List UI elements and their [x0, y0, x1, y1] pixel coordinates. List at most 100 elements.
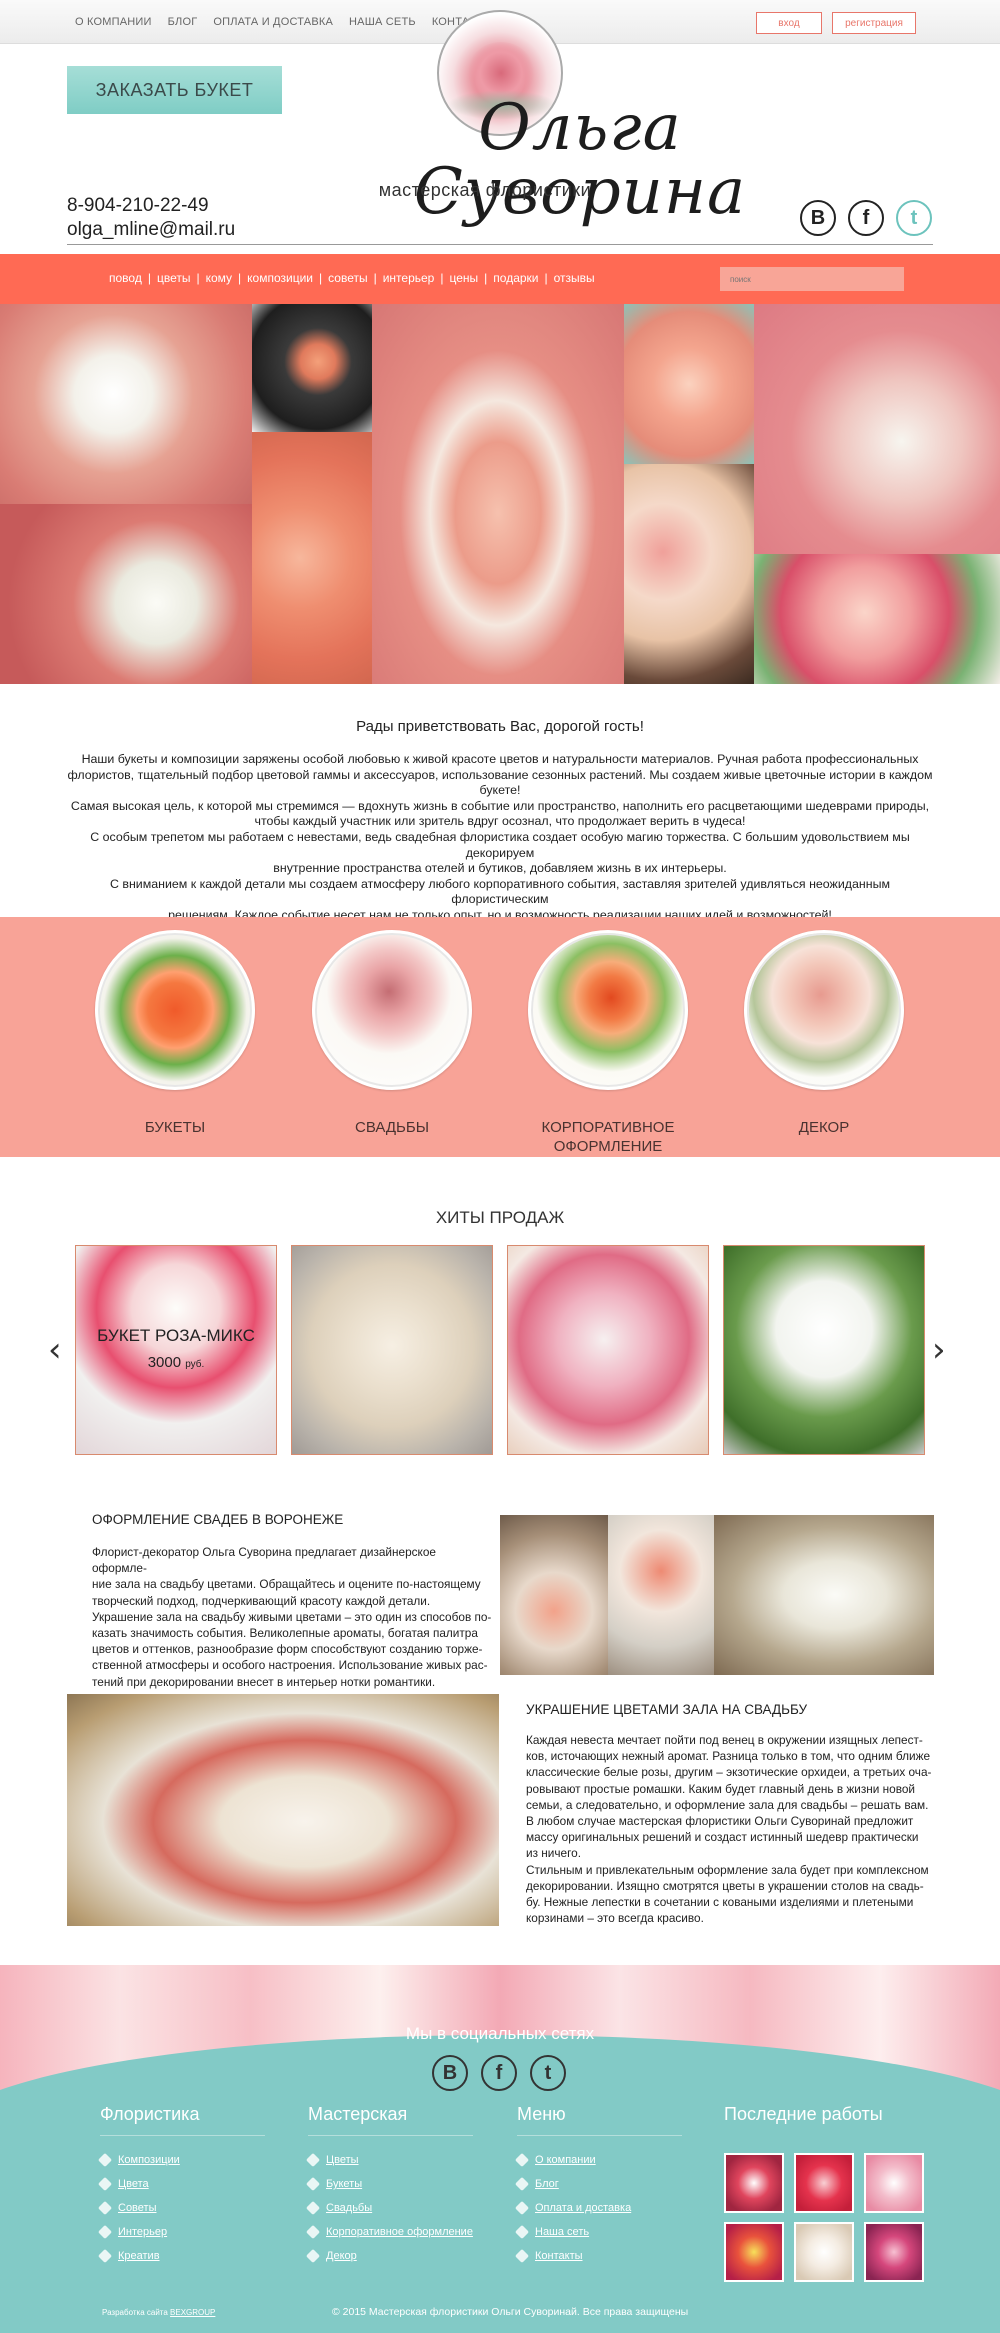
- article-line: Украшение зала на свадьбу живыми цветами…: [92, 1609, 492, 1624]
- footer-link[interactable]: Декор: [326, 2250, 357, 2262]
- wedding-photo: [608, 1515, 714, 1675]
- article-line: ние зала на свадьбу цветами. Обращайтесь…: [92, 1577, 481, 1592]
- wedding-photo: [500, 1515, 608, 1675]
- social-title: Мы в социальных сетях: [405, 2024, 595, 2043]
- topnav-network[interactable]: НАША СЕТЬ: [349, 16, 416, 28]
- footer-col-title: Флористика: [100, 2104, 200, 2124]
- register-button[interactable]: регистрация: [832, 12, 916, 34]
- wedding-photos: [500, 1515, 934, 1675]
- footer-col-menu: Меню О компании Блог Оплата и доставка Н…: [514, 2104, 682, 2274]
- developer-link[interactable]: BEXGROUP: [170, 2308, 215, 2317]
- article-line: семьи, а следовательно, и оформление зал…: [526, 1797, 929, 1812]
- article-line: корзинами – это всегда красиво.: [526, 1911, 704, 1926]
- recent-work-thumb[interactable]: [794, 2222, 854, 2282]
- search-input[interactable]: [720, 267, 904, 291]
- footer-link-row: Корпоративное оформление: [305, 2224, 473, 2240]
- footer-link[interactable]: Блог: [535, 2178, 559, 2190]
- recent-work-thumb[interactable]: [864, 2222, 924, 2282]
- topnav-payment[interactable]: ОПЛАТА И ДОСТАВКА: [213, 16, 333, 28]
- article-line: тений при декорировании внесет в интерье…: [92, 1674, 436, 1689]
- facebook-icon[interactable]: f: [848, 200, 884, 236]
- article-line: В любом случае мастерская флористики Оль…: [526, 1814, 914, 1829]
- collage-photo: [252, 432, 372, 684]
- topnav-company[interactable]: О КОМПАНИИ: [75, 16, 152, 28]
- nav-recipient[interactable]: кому: [206, 271, 232, 285]
- chevron-right-icon[interactable]: ›: [932, 1330, 946, 1370]
- article-line: декорировании. Изящно смотрятся цветы в …: [526, 1878, 924, 1893]
- footer-link[interactable]: Советы: [118, 2202, 156, 2214]
- footer-link[interactable]: Оплата и доставка: [535, 2202, 631, 2214]
- product-card[interactable]: БУКЕТ РОЗА-МИКС 3000 руб.: [75, 1245, 277, 1455]
- footer-link[interactable]: Цветы: [326, 2154, 359, 2166]
- twitter-icon[interactable]: t: [530, 2055, 566, 2091]
- collage-photo: [0, 504, 252, 684]
- topnav-blog[interactable]: БЛОГ: [168, 16, 198, 28]
- footer-link[interactable]: Композиции: [118, 2154, 180, 2166]
- facebook-icon[interactable]: f: [481, 2055, 517, 2091]
- welcome-line: букете!: [479, 783, 521, 798]
- recent-work-thumb[interactable]: [864, 2153, 924, 2213]
- footer-link[interactable]: Наша сеть: [535, 2226, 589, 2238]
- bullet-icon: [305, 2200, 321, 2216]
- collage-photo: [372, 304, 624, 684]
- footer-link[interactable]: Креатив: [118, 2250, 160, 2262]
- nav-reviews[interactable]: отзывы: [554, 271, 595, 285]
- footer-link-row: Цвета: [97, 2176, 265, 2192]
- twitter-icon[interactable]: t: [896, 200, 932, 236]
- vk-icon[interactable]: В: [432, 2055, 468, 2091]
- nav-compositions[interactable]: композиции: [247, 271, 313, 285]
- footer-col-floristics: Флористика Композиции Цвета Советы Интер…: [97, 2104, 265, 2274]
- nav-tips[interactable]: советы: [328, 271, 367, 285]
- bullet-icon: [514, 2152, 530, 2168]
- recent-work-thumb[interactable]: [724, 2153, 784, 2213]
- footer-link[interactable]: О компании: [535, 2154, 596, 2166]
- article-line: из ничего.: [526, 1846, 581, 1861]
- recent-work-thumb[interactable]: [724, 2222, 784, 2282]
- order-bouquet-button[interactable]: ЗАКАЗАТЬ БУКЕТ: [67, 66, 282, 114]
- welcome-line: внутренние пространства отелей и бутиков…: [273, 861, 727, 876]
- nav-prices[interactable]: цены: [449, 271, 478, 285]
- bestsellers-title: ХИТЫ ПРОДАЖ: [435, 1208, 565, 1227]
- footer-link[interactable]: Букеты: [326, 2178, 362, 2190]
- poppy-image: [528, 930, 688, 1090]
- footer-link[interactable]: Контакты: [535, 2250, 583, 2262]
- product-overlay: БУКЕТ РОЗА-МИКС 3000 руб.: [76, 1326, 276, 1371]
- category-weddings[interactable]: СВАДЬБЫ: [307, 930, 477, 1137]
- product-card[interactable]: [723, 1245, 925, 1455]
- nav-flowers[interactable]: цветы: [157, 271, 191, 285]
- category-bouquets[interactable]: БУКЕТЫ: [90, 930, 260, 1137]
- article-line: ственной атмосферы и особого настроения.…: [92, 1658, 488, 1673]
- recent-work-thumb[interactable]: [794, 2153, 854, 2213]
- bullet-icon: [305, 2248, 321, 2264]
- footer-link[interactable]: Цвета: [118, 2178, 149, 2190]
- nav-separator: |: [373, 271, 377, 285]
- product-card[interactable]: [291, 1245, 493, 1455]
- category-decor[interactable]: ДЕКОР: [739, 930, 909, 1137]
- product-card[interactable]: [507, 1245, 709, 1455]
- footer-link[interactable]: Свадьбы: [326, 2202, 372, 2214]
- article2-title: УКРАШЕНИЕ ЦВЕТАМИ ЗАЛА НА СВАДЬБУ: [526, 1702, 808, 1717]
- collage-photo: [754, 554, 1000, 684]
- footer-link-row: Интерьер: [97, 2224, 265, 2240]
- nav-occasion[interactable]: повод: [109, 271, 142, 285]
- category-corporate[interactable]: КОРПОРАТИВНОЕ ОФОРМЛЕНИЕ: [523, 930, 693, 1156]
- footer-link-row: Блог: [514, 2176, 682, 2192]
- header-divider: [67, 244, 933, 245]
- login-button[interactable]: вход: [756, 12, 822, 34]
- bullet-icon: [97, 2152, 113, 2168]
- footer-link[interactable]: Интерьер: [118, 2226, 167, 2238]
- nav-interior[interactable]: интерьер: [383, 271, 435, 285]
- developer-credit: Разработка сайта BEXGROUP: [102, 2308, 215, 2317]
- welcome-line: Самая высокая цель, к которой мы стремим…: [70, 798, 930, 813]
- welcome-text: Наши букеты и композиции заряжены особой…: [60, 752, 940, 924]
- vk-icon[interactable]: В: [800, 200, 836, 236]
- footer-link-row: Цветы: [305, 2152, 473, 2168]
- footer-link[interactable]: Корпоративное оформление: [326, 2226, 473, 2238]
- copyright: © 2015 Мастерская флористики Ольги Сувор…: [332, 2306, 689, 2318]
- welcome-line: чтобы каждый участник или зритель вдруг …: [254, 814, 746, 829]
- footer-link-row: Контакты: [514, 2248, 682, 2264]
- article-line: массу оригинальных решений и создаст ист…: [526, 1830, 919, 1845]
- chevron-left-icon[interactable]: ‹: [48, 1330, 62, 1370]
- nav-gifts[interactable]: подарки: [493, 271, 538, 285]
- collage-photo: [252, 304, 372, 432]
